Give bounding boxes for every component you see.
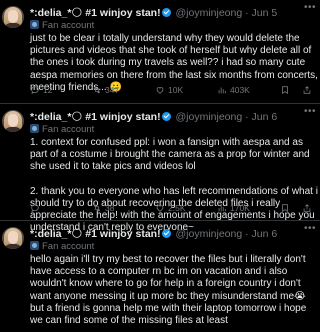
retweet-button[interactable]: 347 xyxy=(92,84,119,96)
fan-account-label: Fan account xyxy=(30,20,94,32)
tweet-actions: 38 2.5K 170K xyxy=(30,202,318,214)
display-name[interactable]: *:delia_*🌕 #1 winjoy stan! xyxy=(30,228,161,240)
verified-badge-icon xyxy=(161,112,171,121)
tweet-actions: 12 347 10K 403K xyxy=(30,84,318,96)
label-text: Fan account xyxy=(42,241,95,252)
separator: · xyxy=(245,228,249,240)
verified-badge-icon xyxy=(161,8,171,17)
tweet-feed: *:delia_*🌕 #1 winjoy stan! @joyminjeong … xyxy=(0,0,320,332)
views-count: 403K xyxy=(230,85,250,95)
fan-account-label-icon xyxy=(30,124,39,133)
separator: · xyxy=(245,111,249,123)
share-icon xyxy=(303,86,311,94)
fan-account-label-icon xyxy=(30,20,39,29)
views-icon xyxy=(218,87,226,94)
tweet-date[interactable]: Jun 5 xyxy=(252,7,278,19)
user-handle[interactable]: @joyminjeong xyxy=(176,228,243,240)
fan-account-label-icon xyxy=(30,241,39,250)
retweet-count: 347 xyxy=(105,85,120,95)
tweet-text: hello again i'll try my best to recover … xyxy=(30,254,310,327)
display-name[interactable]: *:delia_*🌕 #1 winjoy stan! xyxy=(30,7,161,19)
reply-count: 12 xyxy=(43,85,53,95)
retweet-icon xyxy=(93,86,101,94)
tweet[interactable]: *:delia_*🌕 #1 winjoy stan! @joyminjeong … xyxy=(0,0,320,104)
retweet-button[interactable]: 38 xyxy=(92,202,114,214)
share-button[interactable] xyxy=(302,84,315,96)
display-name[interactable]: *:delia_*🌕 #1 winjoy stan! xyxy=(30,111,161,123)
tweet-header: *:delia_*🌕 #1 winjoy stan! @joyminjeong … xyxy=(30,227,316,241)
fan-account-label: Fan account xyxy=(30,241,94,253)
views-button[interactable]: 170K xyxy=(217,202,250,214)
label-text: Fan account xyxy=(42,20,95,31)
tweet-header: *:delia_*🌕 #1 winjoy stan! @joyminjeong … xyxy=(30,6,316,20)
tweet[interactable]: *:delia_*🌕 #1 winjoy stan! @joyminjeong … xyxy=(0,104,320,233)
user-handle[interactable]: @joyminjeong xyxy=(176,7,243,19)
reply-button[interactable]: 12 xyxy=(30,84,52,96)
bookmark-button[interactable] xyxy=(280,84,293,96)
avatar[interactable] xyxy=(2,227,24,249)
verified-badge-icon xyxy=(161,229,171,238)
share-icon xyxy=(303,204,311,212)
reply-icon xyxy=(31,86,39,95)
reply-icon xyxy=(31,204,39,213)
avatar[interactable] xyxy=(2,110,24,132)
more-icon[interactable]: ••• xyxy=(304,224,316,235)
views-icon xyxy=(218,205,226,212)
tweet-text: 1. context for confused ppl: i won a fan… xyxy=(30,137,318,234)
tweet-date[interactable]: Jun 6 xyxy=(252,228,278,240)
reply-button[interactable] xyxy=(30,202,43,214)
fan-account-label: Fan account xyxy=(30,124,94,136)
more-icon[interactable]: ••• xyxy=(304,3,316,14)
views-count: 170K xyxy=(230,203,250,213)
retweet-count: 38 xyxy=(105,203,115,213)
separator: · xyxy=(245,7,249,19)
like-count: 10K xyxy=(168,85,184,95)
bookmark-button[interactable] xyxy=(280,202,293,214)
like-icon xyxy=(156,87,164,94)
like-count: 2.5K xyxy=(168,203,186,213)
bookmark-icon xyxy=(282,204,288,213)
tweet-header: *:delia_*🌕 #1 winjoy stan! @joyminjeong … xyxy=(30,110,316,124)
avatar[interactable] xyxy=(2,6,24,28)
like-button[interactable]: 2.5K xyxy=(155,202,186,214)
user-handle[interactable]: @joyminjeong xyxy=(176,111,243,123)
share-button[interactable] xyxy=(302,202,315,214)
tweet-date[interactable]: Jun 6 xyxy=(252,111,278,123)
label-text: Fan account xyxy=(42,124,95,135)
views-button[interactable]: 403K xyxy=(217,84,250,96)
retweet-icon xyxy=(93,204,101,212)
tweet[interactable]: *:delia_*🌕 #1 winjoy stan! @joyminjeong … xyxy=(0,221,320,332)
like-icon xyxy=(156,205,164,212)
like-button[interactable]: 10K xyxy=(155,84,183,96)
bookmark-icon xyxy=(282,86,288,95)
more-icon[interactable]: ••• xyxy=(304,107,316,118)
